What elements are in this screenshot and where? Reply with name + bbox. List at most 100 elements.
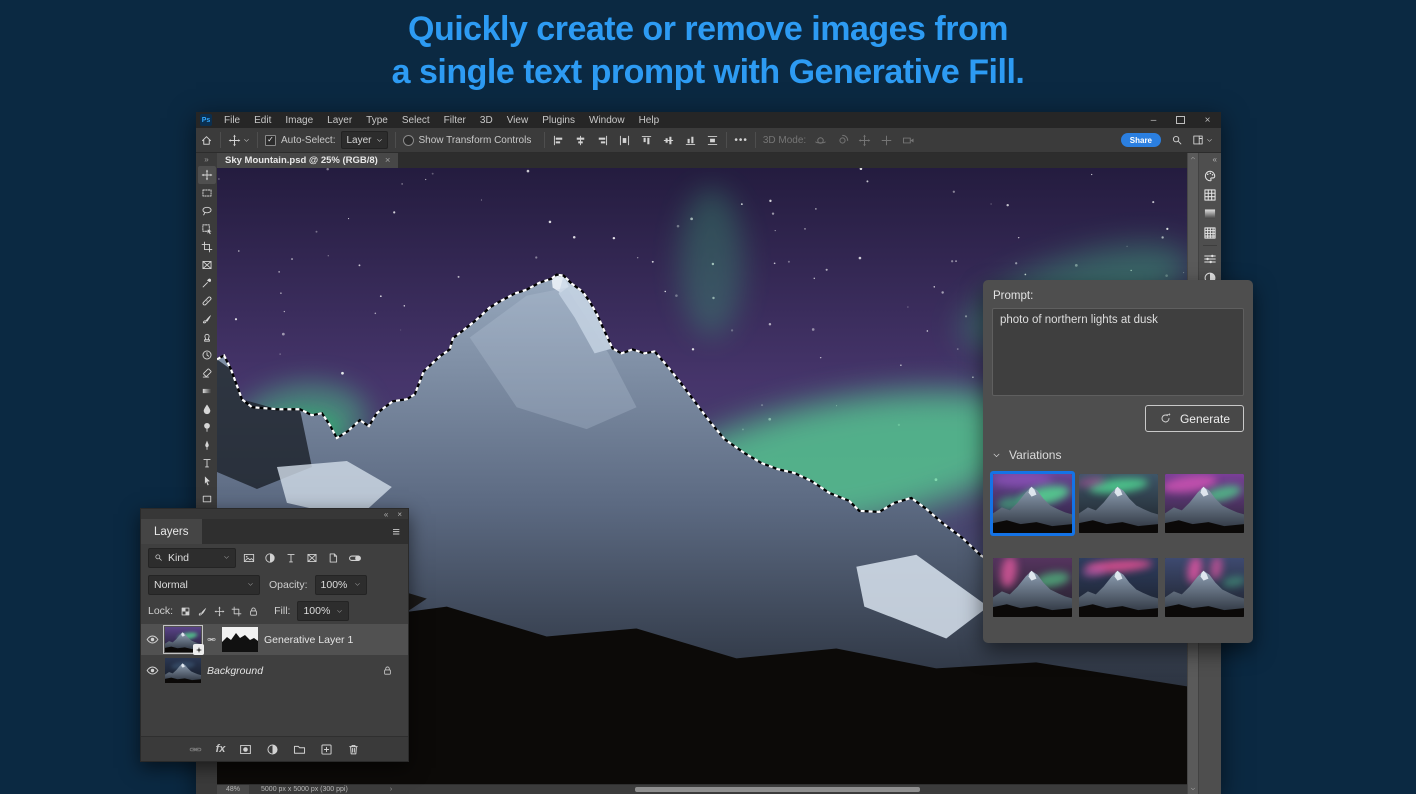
adjustment-layer-icon[interactable] bbox=[266, 743, 279, 756]
align-bottom-icon[interactable] bbox=[684, 134, 697, 147]
healing-brush-tool[interactable] bbox=[198, 292, 216, 310]
variations-chevron-icon[interactable] bbox=[992, 451, 1001, 460]
variation-thumbnail-1[interactable] bbox=[993, 474, 1072, 533]
crop-tool[interactable] bbox=[198, 238, 216, 256]
rectangular-marquee-tool[interactable] bbox=[198, 184, 216, 202]
variation-thumbnail-2[interactable] bbox=[1079, 474, 1158, 533]
layer-thumbnail[interactable] bbox=[165, 627, 201, 652]
align-left-icon[interactable] bbox=[552, 134, 565, 147]
menu-item-view[interactable]: View bbox=[500, 115, 536, 126]
layer-name[interactable]: Generative Layer 1 bbox=[264, 634, 353, 646]
frame-tool[interactable] bbox=[198, 256, 216, 274]
lock-position-icon[interactable] bbox=[214, 606, 225, 617]
move-tool[interactable] bbox=[198, 166, 216, 184]
prompt-input[interactable]: photo of northern lights at dusk bbox=[992, 308, 1244, 396]
restore-button[interactable] bbox=[1167, 112, 1194, 128]
object-selection-tool[interactable] bbox=[198, 220, 216, 238]
layer-mask-thumbnail[interactable] bbox=[222, 627, 258, 652]
lock-transparency-icon[interactable] bbox=[180, 606, 191, 617]
adjustments-panel-icon[interactable] bbox=[1203, 249, 1217, 268]
close-button[interactable]: × bbox=[1194, 112, 1221, 128]
auto-select-target-dropdown[interactable]: Layer bbox=[341, 131, 387, 149]
visibility-eye-icon[interactable] bbox=[146, 633, 159, 646]
new-group-icon[interactable] bbox=[293, 743, 306, 756]
minimize-button[interactable]: – bbox=[1140, 112, 1167, 128]
scroll-down-icon[interactable] bbox=[1190, 786, 1196, 792]
lasso-tool[interactable] bbox=[198, 202, 216, 220]
zoom-level[interactable]: 48% bbox=[217, 785, 249, 794]
home-icon[interactable] bbox=[200, 134, 213, 147]
layer-row-background[interactable]: Background bbox=[141, 655, 408, 686]
status-chevron-icon[interactable]: › bbox=[390, 785, 392, 794]
brush-tool[interactable] bbox=[198, 310, 216, 328]
clone-stamp-tool[interactable] bbox=[198, 328, 216, 346]
lock-pixels-icon[interactable] bbox=[197, 606, 208, 617]
align-top-icon[interactable] bbox=[640, 134, 653, 147]
history-brush-tool[interactable] bbox=[198, 346, 216, 364]
filter-toggle-icon[interactable] bbox=[348, 551, 362, 565]
patterns-panel-icon[interactable] bbox=[1203, 223, 1217, 242]
tab-close-icon[interactable]: × bbox=[385, 155, 391, 166]
delete-layer-icon[interactable] bbox=[347, 743, 360, 756]
horizontal-scrollbar[interactable] bbox=[635, 787, 920, 792]
eyedropper-tool[interactable] bbox=[198, 274, 216, 292]
dock-collapse-button[interactable]: « bbox=[1213, 153, 1217, 166]
menu-item-help[interactable]: Help bbox=[632, 115, 667, 126]
lock-artboard-icon[interactable] bbox=[231, 606, 242, 617]
menu-item-filter[interactable]: Filter bbox=[437, 115, 473, 126]
workspace-icon[interactable] bbox=[1192, 134, 1204, 146]
opacity-dropdown[interactable]: 100% bbox=[315, 575, 367, 595]
visibility-eye-icon[interactable] bbox=[146, 664, 159, 677]
variation-thumbnail-4[interactable] bbox=[993, 558, 1072, 617]
menu-item-window[interactable]: Window bbox=[582, 115, 632, 126]
type-tool[interactable] bbox=[198, 454, 216, 472]
dodge-tool[interactable] bbox=[198, 418, 216, 436]
menu-item-type[interactable]: Type bbox=[359, 115, 395, 126]
share-button[interactable]: Share bbox=[1121, 133, 1161, 147]
variation-thumbnail-6[interactable] bbox=[1165, 558, 1244, 617]
layer-name[interactable]: Background bbox=[207, 665, 263, 677]
distribute-horizontal-icon[interactable] bbox=[618, 134, 631, 147]
scroll-up-icon[interactable] bbox=[1190, 155, 1196, 161]
gradients-panel-icon[interactable] bbox=[1203, 204, 1217, 223]
add-mask-icon[interactable] bbox=[239, 743, 252, 756]
layers-tab[interactable]: Layers bbox=[141, 519, 202, 544]
pan-3d-icon[interactable] bbox=[858, 134, 871, 147]
more-options-icon[interactable]: ••• bbox=[734, 135, 748, 146]
variation-thumbnail-5[interactable] bbox=[1079, 558, 1158, 617]
panel-menu-icon[interactable]: ≡ bbox=[392, 524, 400, 539]
camera-3d-icon[interactable] bbox=[902, 134, 915, 147]
menu-item-3d[interactable]: 3D bbox=[473, 115, 500, 126]
menu-item-file[interactable]: File bbox=[217, 115, 247, 126]
workspace-chevron-icon[interactable] bbox=[1206, 137, 1213, 144]
menu-item-plugins[interactable]: Plugins bbox=[535, 115, 582, 126]
panel-close-icon[interactable]: × bbox=[397, 510, 402, 519]
search-icon[interactable] bbox=[1171, 134, 1183, 146]
move-tool-icon[interactable] bbox=[228, 134, 241, 147]
show-transform-checkbox[interactable] bbox=[403, 135, 414, 146]
menu-item-edit[interactable]: Edit bbox=[247, 115, 278, 126]
lock-all-icon[interactable] bbox=[248, 606, 259, 617]
eraser-tool[interactable] bbox=[198, 364, 216, 382]
blend-mode-dropdown[interactable]: Normal bbox=[148, 575, 260, 595]
panel-collapse-icon[interactable]: « bbox=[384, 510, 388, 519]
path-selection-tool[interactable] bbox=[198, 472, 216, 490]
roll-3d-icon[interactable] bbox=[836, 134, 849, 147]
filter-shape-layers-icon[interactable] bbox=[306, 552, 318, 564]
filter-pixel-layers-icon[interactable] bbox=[243, 552, 255, 564]
layer-thumbnail[interactable] bbox=[165, 658, 201, 683]
menu-item-image[interactable]: Image bbox=[278, 115, 320, 126]
variation-thumbnail-3[interactable] bbox=[1165, 474, 1244, 533]
new-layer-icon[interactable] bbox=[320, 743, 333, 756]
auto-select-checkbox[interactable] bbox=[265, 135, 276, 146]
color-panel-icon[interactable] bbox=[1203, 166, 1217, 185]
menu-item-layer[interactable]: Layer bbox=[320, 115, 359, 126]
tool-preset-chevron-icon[interactable] bbox=[243, 137, 250, 144]
filter-adjustment-layers-icon[interactable] bbox=[264, 552, 276, 564]
layer-row-generative[interactable]: Generative Layer 1 bbox=[141, 624, 408, 655]
filter-kind-dropdown[interactable]: Kind bbox=[148, 548, 236, 568]
mask-link-icon[interactable] bbox=[207, 635, 216, 644]
align-center-icon[interactable] bbox=[574, 134, 587, 147]
orbit-3d-icon[interactable] bbox=[814, 134, 827, 147]
filter-smart-objects-icon[interactable] bbox=[327, 552, 339, 564]
